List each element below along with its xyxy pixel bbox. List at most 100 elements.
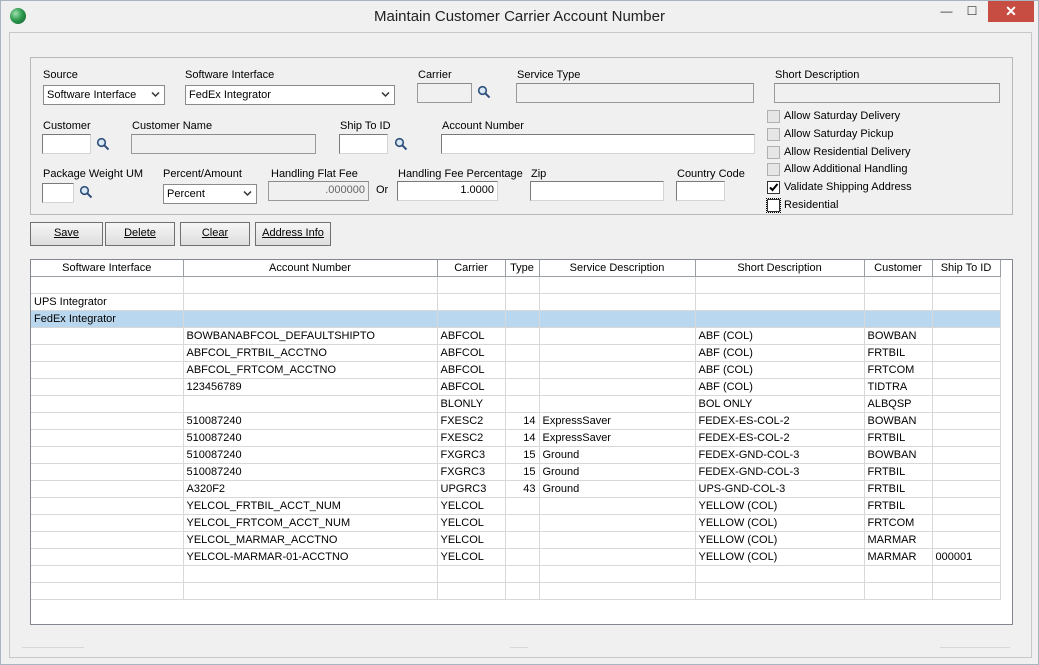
account-number-label: Account Number [442,120,524,132]
column-header-customer[interactable]: Customer [864,260,933,277]
table-row[interactable]: BOWBANABFCOL_DEFAULTSHIPTO ABFCOL ABF (COL… [31,327,1001,345]
or-label: Or [376,184,389,196]
column-header-type[interactable]: Type [505,260,540,277]
cell-type [505,497,540,515]
cell-software-interface [31,480,184,498]
handling-fee-percentage-field[interactable]: 1.0000 [397,181,498,201]
account-number-field[interactable] [441,134,755,154]
cell-type [505,395,540,413]
search-icon[interactable] [477,85,491,99]
cell-short-description [695,310,865,328]
table-row[interactable]: A320F2 UPGRC3 43 Ground UPS-GND-COL-3 FRTBIL [31,480,1001,498]
table-row[interactable] [31,276,1001,294]
cell-account-number: 510087240 [183,429,438,447]
allow-saturday-delivery-checkbox[interactable] [767,110,780,123]
table-row[interactable] [31,582,1001,600]
table-row[interactable] [31,565,1001,583]
short-description-field[interactable] [774,83,1000,103]
source-value: Software Interface [47,89,137,101]
cell-ship-to-id [932,344,1001,362]
software-interface-select[interactable]: FedEx Integrator [185,85,395,105]
cell-carrier: ABFCOL [437,361,506,379]
cell-software-interface [31,548,184,566]
address-info-button[interactable]: Address Info [255,222,331,246]
cell-account-number: A320F2 [183,480,438,498]
cell-short-description: FEDEX-GND-COL-3 [695,446,865,464]
software-interface-label: Software Interface [185,69,275,81]
accounts-grid[interactable]: Software Interface Account Number Carrie… [30,259,1013,625]
allow-residential-delivery-label: Allow Residential Delivery [784,146,911,158]
minimize-button[interactable]: — [937,1,956,22]
table-row[interactable]: YELCOL_FRTCOM_ACCT_NUM YELCOL YELLOW (COL)… [31,514,1001,532]
cell-short-description: FEDEX-GND-COL-3 [695,463,865,481]
carrier-field[interactable] [417,83,472,103]
cell-carrier: FXGRC3 [437,446,506,464]
column-header-ship-to-id[interactable]: Ship To ID [932,260,1001,277]
table-row[interactable]: 510087240 FXESC2 14 ExpressSaver FEDEX-ES-CO… [31,429,1001,447]
table-row[interactable]: 123456789 ABFCOL ABF (COL) TIDTRA [31,378,1001,396]
residential-checkbox[interactable] [766,198,781,213]
column-header-service-description[interactable]: Service Description [539,260,696,277]
cell-ship-to-id: 000001 [932,548,1001,566]
allow-residential-delivery-checkbox[interactable] [767,146,780,159]
column-header-carrier[interactable]: Carrier [437,260,506,277]
package-weight-um-field[interactable] [42,183,74,203]
cell-ship-to-id [932,327,1001,345]
country-code-field[interactable] [676,181,725,201]
handling-fee-percentage-label: Handling Fee Percentage [398,168,523,180]
save-button[interactable]: Save [30,222,103,246]
cell-software-interface [31,395,184,413]
maximize-button[interactable]: ☐ [961,1,983,22]
chevron-down-icon [243,190,252,197]
cell-carrier: FXESC2 [437,429,506,447]
cell-short-description [695,582,865,600]
cell-customer: TIDTRA [864,378,933,396]
column-header-software-interface[interactable]: Software Interface [31,260,184,277]
table-row[interactable]: 510087240 FXESC2 14 ExpressSaver FEDEX-ES-CO… [31,412,1001,430]
table-row[interactable]: YELCOL-MARMAR-01-ACCTNO YELCOL YELLOW (COL… [31,548,1001,566]
table-row[interactable]: 510087240 FXGRC3 15 Ground FEDEX-GND-COL-3 FR… [31,463,1001,481]
ship-to-id-field[interactable] [339,134,388,154]
close-button[interactable]: ✕ [988,1,1034,22]
cell-account-number: YELCOL_FRTBIL_ACCT_NUM [183,497,438,515]
source-select[interactable]: Software Interface [43,85,165,105]
cell-service-description [539,582,696,600]
status-bar-right [940,647,1010,648]
delete-button[interactable]: Delete [105,222,175,246]
cell-account-number [183,310,438,328]
table-row[interactable]: UPS Integrator [31,293,1001,311]
search-icon[interactable] [394,137,408,151]
cell-account-number [183,276,438,294]
customer-field[interactable] [42,134,91,154]
cell-ship-to-id [932,446,1001,464]
cell-software-interface [31,446,184,464]
column-header-short-description[interactable]: Short Description [695,260,865,277]
customer-name-field[interactable] [131,134,316,154]
cell-carrier: ABFCOL [437,327,506,345]
search-icon[interactable] [96,137,110,151]
allow-additional-handling-checkbox[interactable] [767,163,780,176]
table-row[interactable]: YELCOL_FRTBIL_ACCT_NUM YELCOL YELLOW (COL)… [31,497,1001,515]
table-row[interactable]: ABFCOL_FRTCOM_ACCTNO ABFCOL ABF (COL) FRTCO… [31,361,1001,379]
service-type-field[interactable] [516,83,754,103]
table-row[interactable]: 510087240 FXGRC3 15 Ground FEDEX-GND-COL-3 BO… [31,446,1001,464]
cell-account-number [183,565,438,583]
percent-amount-select[interactable]: Percent [163,184,257,204]
cell-type [505,565,540,583]
table-row[interactable]: YELCOL_MARMAR_ACCTNO YELCOL YELLOW (COL) MA… [31,531,1001,549]
cell-software-interface [31,412,184,430]
cell-carrier: FXESC2 [437,412,506,430]
handling-flat-fee-field[interactable]: .000000 [268,181,369,201]
validate-shipping-address-checkbox[interactable] [767,181,780,194]
cell-short-description: ABF (COL) [695,344,865,362]
clear-button[interactable]: Clear [180,222,250,246]
search-icon[interactable] [79,185,93,199]
zip-field[interactable] [530,181,664,201]
column-header-account-number[interactable]: Account Number [183,260,438,277]
zip-label: Zip [531,168,547,180]
table-row[interactable]: FedEx Integrator [31,310,1001,328]
table-row[interactable]: BLONLY BOL ONLY ALBQSP [31,395,1001,413]
title-bar[interactable]: Maintain Customer Carrier Account Number… [1,1,1038,32]
allow-saturday-pickup-checkbox[interactable] [767,128,780,141]
table-row[interactable]: ABFCOL_FRTBIL_ACCTNO ABFCOL ABF (COL) FRTBI… [31,344,1001,362]
